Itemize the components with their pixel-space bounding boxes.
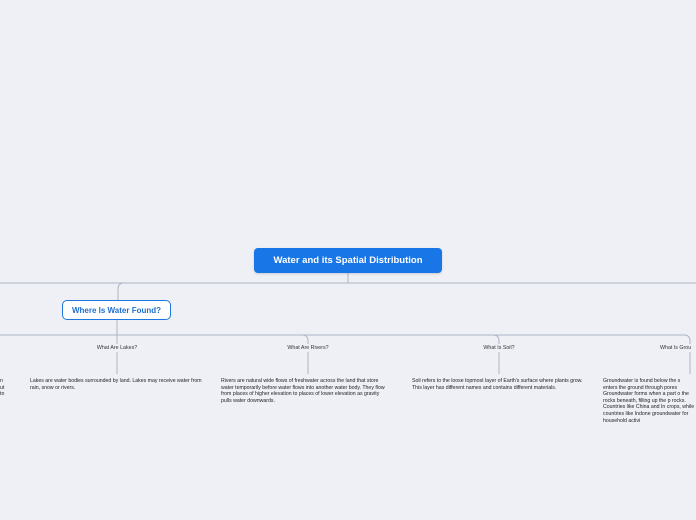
- left-fragment-line: ut: [0, 384, 5, 391]
- topic-drop-groundwater: [683, 334, 691, 344]
- root-topic-label: Water and its Spatial Distribution: [273, 255, 423, 266]
- topic-soil-title[interactable]: What Is Soil?: [483, 345, 514, 351]
- topic-drop-soil: [492, 334, 500, 344]
- left-fragment-line: to: [0, 391, 5, 398]
- topic-groundwater-title[interactable]: What Is Grou: [660, 345, 691, 351]
- topic-rivers-description[interactable]: Rivers are natural wide flows of freshwa…: [221, 378, 391, 404]
- mind-map-canvas: Water and its Spatial Distribution Where…: [0, 0, 696, 520]
- topic-lakes-title[interactable]: What Are Lakes?: [97, 345, 137, 351]
- left-clipped-description[interactable]: n ut to: [0, 378, 8, 398]
- topic-soil-description[interactable]: Soil refers to the loose topmost layer o…: [412, 378, 588, 391]
- branch-topic-node[interactable]: Where Is Water Found?: [62, 300, 171, 320]
- branch-topic-label: Where Is Water Found?: [71, 305, 162, 315]
- branch-connector: [117, 282, 125, 300]
- topic-lakes-description[interactable]: Lakes are water bodies surrounded by lan…: [30, 378, 206, 391]
- groundwater-description-text: Groundwater is found below the s enters …: [603, 378, 695, 424]
- topic-groundwater-description[interactable]: Groundwater is found below the s enters …: [603, 378, 696, 424]
- left-fragment-line: n: [0, 378, 3, 384]
- topic-rivers-title[interactable]: What Are Rivers?: [287, 345, 328, 351]
- topic-drop-rivers: [301, 334, 309, 344]
- root-topic-node[interactable]: Water and its Spatial Distribution: [254, 248, 442, 273]
